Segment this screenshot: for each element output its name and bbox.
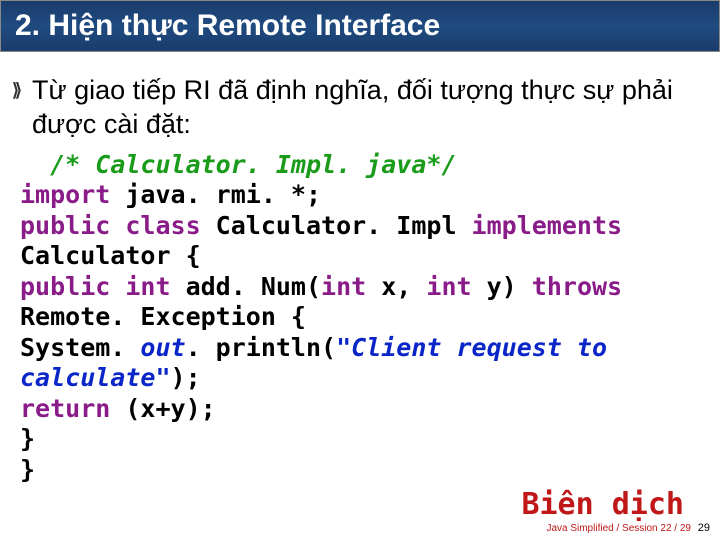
- code-line: System. out. println("Client request to …: [20, 333, 708, 394]
- code-block: /* Calculator. Impl. java*/ import java.…: [12, 150, 708, 486]
- bullet-icon: ⟫: [12, 80, 22, 101]
- bullet-item: ⟫ Từ giao tiếp RI đã định nghĩa, đối tượ…: [12, 74, 708, 142]
- code-line: /* Calculator. Impl. java*/: [20, 150, 708, 181]
- code-line: }: [20, 424, 708, 455]
- code-line: Calculator {: [20, 241, 708, 272]
- bullet-text: Từ giao tiếp RI đã định nghĩa, đối tượng…: [32, 74, 708, 142]
- slide-footer: Java Simplified / Session 22 / 29 29: [546, 522, 710, 534]
- code-line: return (x+y);: [20, 394, 708, 425]
- slide-title-bar: 2. Hiện thực Remote Interface: [0, 0, 720, 52]
- slide-title: 2. Hiện thực Remote Interface: [15, 9, 705, 43]
- slide-content: ⟫ Từ giao tiếp RI đã định nghĩa, đối tượ…: [0, 52, 720, 522]
- compile-label: Biên dịch: [12, 487, 708, 522]
- footer-text: Java Simplified / Session 22 / 29: [546, 523, 691, 534]
- code-line: public int add. Num(int x, int y) throws: [20, 272, 708, 303]
- code-line: public class Calculator. Impl implements: [20, 211, 708, 242]
- code-line: }: [20, 455, 708, 486]
- page-number: 29: [698, 522, 710, 534]
- code-line: Remote. Exception {: [20, 302, 708, 333]
- code-line: import java. rmi. *;: [20, 180, 708, 211]
